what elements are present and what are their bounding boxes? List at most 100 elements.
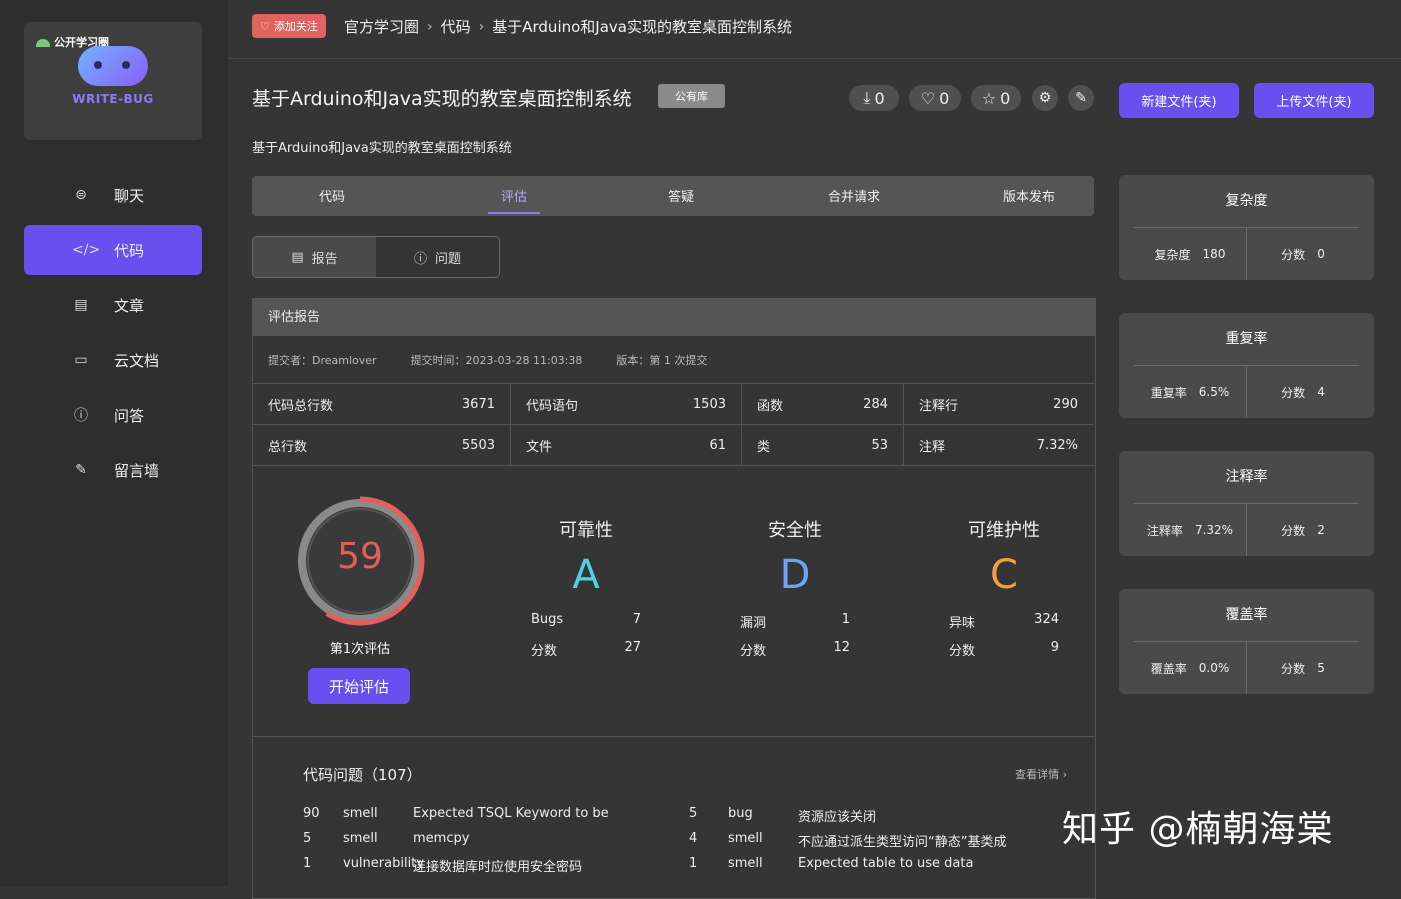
issue-type: bug <box>728 806 753 821</box>
card-value: 4 <box>1317 385 1325 399</box>
duplication-card: 重复率 重复率 6.5% 分数 4 <box>1119 313 1374 418</box>
tab-code[interactable]: 代码 <box>292 176 372 216</box>
chevron-right-icon: › <box>1062 768 1067 781</box>
nav-item-code[interactable]: </> 代码 <box>24 225 202 275</box>
new-file-button[interactable]: 新建文件(夹) <box>1119 83 1239 118</box>
nav-label: 留言墙 <box>114 461 160 480</box>
download-button[interactable]: ⤓ 0 <box>849 85 899 111</box>
card-metric: 复杂度 180 <box>1134 228 1247 280</box>
metric-key: 分数 <box>740 644 767 659</box>
issue-desc[interactable]: 不应通过派生类型访问“静态”基类成 <box>798 831 1006 850</box>
stat-value: 7.32% <box>1036 437 1078 453</box>
issue-type: smell <box>728 856 763 871</box>
card-score: 分数 4 <box>1247 366 1359 418</box>
logo[interactable]: 公开学习圈 WRITE-BUG <box>24 22 202 140</box>
gear-icon: ⚙ <box>1038 90 1052 106</box>
clipboard-icon: ▤ <box>291 249 304 265</box>
question-icon: ⓘ <box>413 251 427 267</box>
watermark: 知乎 @楠朝海棠 <box>1062 809 1334 850</box>
issue-type: vulnerability <box>343 856 424 871</box>
metric-row: 分数 9 <box>939 640 1069 668</box>
stat-value: 5503 <box>461 437 495 453</box>
chevron-right-icon: › <box>478 18 485 35</box>
card-key: 分数 <box>1281 523 1306 538</box>
card-key: 覆盖率 <box>1150 661 1187 676</box>
metric-title: 可靠性 <box>559 520 613 541</box>
card-title: 注释率 <box>1134 451 1359 504</box>
issue-type: smell <box>728 831 763 846</box>
card-key: 分数 <box>1281 661 1306 676</box>
follow-button[interactable]: ♡ 添加关注 <box>252 14 326 38</box>
edit-icon: ✎ <box>75 462 87 478</box>
subtab-issues[interactable]: ⓘ 问题 <box>376 237 499 277</box>
start-evaluation-button[interactable]: 开始评估 <box>308 668 410 704</box>
stat-value: 61 <box>709 437 726 453</box>
upload-file-button[interactable]: 上传文件(夹) <box>1254 83 1374 118</box>
issue-desc[interactable]: Expected TSQL Keyword to be <box>413 806 609 821</box>
card-value: 0.0% <box>1198 661 1230 675</box>
edit-icon: ✎ <box>1075 90 1087 106</box>
stat-cell: 总行数 5503 <box>253 425 511 465</box>
breadcrumb-item[interactable]: 官方学习圈 <box>344 16 419 37</box>
tab-qa[interactable]: 答疑 <box>641 176 721 216</box>
like-button[interactable]: ♡ 0 <box>909 85 961 111</box>
metric-value: 1 <box>841 612 850 627</box>
tab-releases[interactable]: 版本发布 <box>984 176 1074 216</box>
card-key: 重复率 <box>1150 385 1187 400</box>
metric-row: 漏洞 1 <box>730 612 860 640</box>
version: 版本：第 1 次提交 <box>616 353 708 367</box>
view-details-link[interactable]: 查看详情 › <box>1015 766 1067 782</box>
card-row: 覆盖率 0.0% 分数 5 <box>1134 642 1359 694</box>
breadcrumb-item[interactable]: 基于Arduino和Java实现的教室桌面控制系统 <box>492 16 792 37</box>
comment-rate-card: 注释率 注释率 7.32% 分数 2 <box>1119 451 1374 556</box>
card-score: 分数 0 <box>1247 228 1359 280</box>
stat-value: 290 <box>1053 396 1078 412</box>
issue-count: 1 <box>689 856 698 871</box>
nav-item-message-wall[interactable]: ✎ 留言墙 <box>24 445 202 495</box>
metric-row: Bugs 7 <box>521 612 651 640</box>
metric-grade: A <box>572 552 600 598</box>
nav-item-article[interactable]: ▤ 文章 <box>24 280 202 330</box>
stat-label: 代码总行数 <box>268 398 334 414</box>
metric-value: 12 <box>833 640 850 655</box>
submit-time: 提交时间：2023-03-28 11:03:38 <box>410 353 583 367</box>
metric-security: 安全性 D 漏洞 1 分数 12 <box>730 516 860 668</box>
stat-label: 注释行 <box>919 398 959 414</box>
issue-desc[interactable]: Expected table to use data <box>798 856 973 871</box>
tab-merge-requests[interactable]: 合并请求 <box>808 176 900 216</box>
like-count: 0 <box>939 88 950 108</box>
card-metric: 注释率 7.32% <box>1134 504 1247 556</box>
tab-evaluation[interactable]: 评估 <box>488 176 540 216</box>
stats-grid: 代码总行数 3671 代码语句 1503 函数 284 注释行 290 总行数 5503 … <box>253 384 1095 466</box>
issue-desc[interactable]: 连接数据库时应使用安全密码 <box>413 856 582 875</box>
issue-count: 90 <box>303 806 320 821</box>
nav-item-chat[interactable]: ⊜ 聊天 <box>24 170 202 220</box>
stat-label: 注释 <box>919 439 946 455</box>
metric-key: 异味 <box>949 616 976 631</box>
tab-bar: 代码 评估 答疑 合并请求 版本发布 <box>252 176 1094 216</box>
card-row: 注释率 7.32% 分数 2 <box>1134 504 1359 556</box>
metric-row: 异味 324 <box>939 612 1069 640</box>
card-key: 分数 <box>1281 385 1306 400</box>
metric-reliability: 可靠性 A Bugs 7 分数 27 <box>521 516 651 668</box>
breadcrumb: 官方学习圈 › 代码 › 基于Arduino和Java实现的教室桌面控制系统 <box>344 16 792 37</box>
nav-label: 问答 <box>114 406 145 425</box>
edit-button[interactable]: ✎ <box>1068 85 1094 111</box>
stat-cell: 函数 284 <box>742 384 904 425</box>
project-title: 基于Arduino和Java实现的教室桌面控制系统 <box>252 88 632 110</box>
card-row: 重复率 6.5% 分数 4 <box>1134 366 1359 418</box>
topbar: ♡ 添加关注 官方学习圈 › 代码 › 基于Arduino和Java实现的教室桌面… <box>228 0 1401 59</box>
public-badge: 公有库 <box>658 84 725 108</box>
nav-item-qa[interactable]: ⓘ 问答 <box>24 390 202 440</box>
view-details-label: 查看详情 <box>1015 768 1060 781</box>
card-key: 注释率 <box>1146 523 1183 538</box>
star-button[interactable]: ☆ 0 <box>971 85 1021 111</box>
issue-desc[interactable]: 资源应该关闭 <box>798 806 876 825</box>
nav-item-cloud-docs[interactable]: ▭ 云文档 <box>24 335 202 385</box>
subtab-report[interactable]: ▤ 报告 <box>253 237 376 277</box>
score-value: 59 <box>337 536 383 577</box>
issue-desc[interactable]: memcpy <box>413 831 469 846</box>
settings-button[interactable]: ⚙ <box>1032 85 1058 111</box>
card-value: 5 <box>1317 661 1325 675</box>
breadcrumb-item[interactable]: 代码 <box>441 16 471 37</box>
